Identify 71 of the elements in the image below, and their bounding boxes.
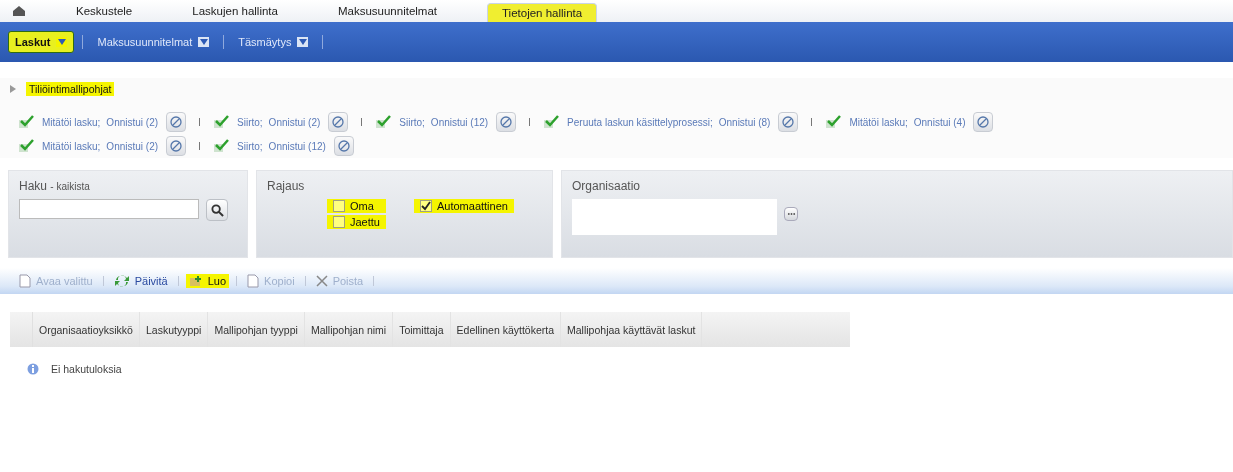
panel-title: Haku [19,179,47,193]
panel-title: Rajaus [267,179,305,193]
panel-title: Organisaatio [572,179,641,193]
clear-button[interactable] [496,112,517,132]
notification-result: Onnistui (12) [268,140,326,152]
refresh-icon [113,274,130,288]
notification-action: Mitätöi lasku; [42,116,101,128]
document-icon [19,274,31,288]
check-icon [825,115,842,129]
notification-action: Siirto; [399,116,425,128]
close-icon [315,275,328,287]
panel-subtitle: - kaikista [50,181,90,192]
notification-result: Onnistui (4) [913,116,966,128]
column-header[interactable]: Mallipohjan tyyppi [208,312,305,347]
filter-checkbox[interactable]: Oma [327,199,386,213]
dropdown-icon [297,37,309,47]
nav-menu[interactable]: Laskut [8,31,75,53]
search-button[interactable] [206,199,228,221]
column-header[interactable]: Mallipohjaa käyttävät laskut [561,312,703,347]
add-icon [188,275,203,287]
browse-button[interactable] [784,207,798,221]
ellipsis-icon [786,212,796,216]
clear-button[interactable] [973,112,994,132]
search-icon [210,203,224,217]
top-tab[interactable]: Keskustele [66,2,143,20]
info-icon [27,363,39,375]
top-tab[interactable]: Laskujen hallinta [182,2,288,20]
column-header[interactable]: Organisaatioyksikkö [33,312,140,347]
notification-action: Mitätöi lasku; [849,116,908,128]
notification-result: Onnistui (2) [106,140,159,152]
home-icon[interactable] [12,5,26,17]
check-icon [375,115,392,129]
top-tab[interactable]: Maksusuunnitelmat [327,2,447,20]
check-icon [543,115,560,129]
checkmark-icon [420,201,431,211]
clear-button[interactable] [166,136,187,156]
dropdown-icon [198,37,210,47]
check-icon [18,115,34,129]
toolbar-button[interactable]: Luo [185,274,230,288]
check-icon [213,115,230,129]
search-field[interactable] [19,199,199,219]
check-icon [18,139,34,153]
toolbar-button[interactable]: Päivitä [110,273,171,289]
clear-button[interactable] [328,112,349,132]
clear-button[interactable] [778,112,799,132]
notification-result: Onnistui (12) [430,116,489,128]
column-header[interactable]: Laskutyyppi [139,312,209,347]
empty-message: Ei hakutuloksia [51,363,122,375]
column-header[interactable]: Edellinen käyttökerta [450,312,562,347]
filter-checkbox[interactable]: Jaettu [327,215,386,229]
notification-result: Onnistui (2) [268,116,321,128]
organisation-field[interactable] [572,199,777,235]
clear-button[interactable] [333,136,354,156]
column-header[interactable]: Mallipohjan nimi [304,312,394,347]
notification-action: Siirto; [237,116,263,128]
notification-result: Onnistui (8) [718,116,771,128]
notification-action: Mitätöi lasku; [42,140,101,152]
filter-checkbox[interactable]: Automaattinen [413,199,514,213]
expand-icon[interactable] [10,85,16,93]
top-tab[interactable]: Tietojen hallinta [487,3,598,22]
clear-button[interactable] [166,112,187,132]
notification-action: Siirto; [237,140,263,152]
dropdown-icon [56,37,68,47]
document-icon [247,274,260,288]
nav-menu[interactable]: Täsmäytys [232,32,315,52]
breadcrumb[interactable]: Tiliöintimallipohjat [26,82,115,96]
check-icon [213,139,230,153]
column-header[interactable]: Toimittaja [393,312,451,347]
notification-action: Peruuta laskun käsittelyprosessi; [567,116,713,128]
nav-menu[interactable]: Maksusuunnitelmat [91,32,216,52]
notification-result: Onnistui (2) [106,116,159,128]
